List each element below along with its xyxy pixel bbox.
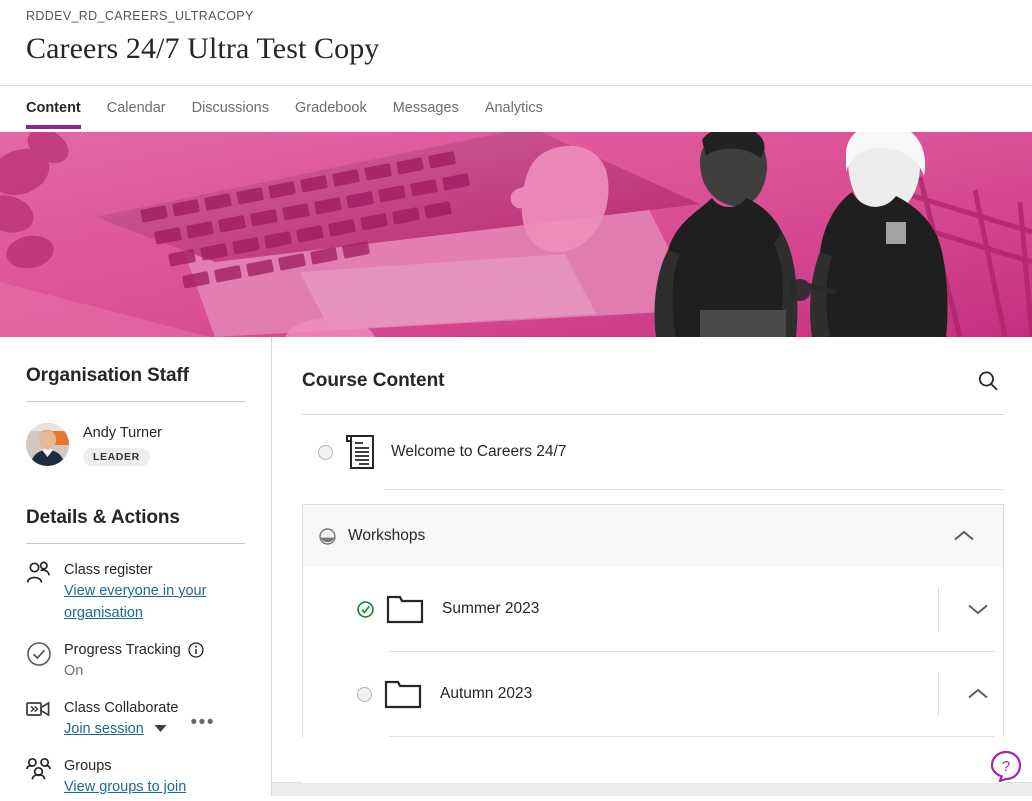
chevron-down-icon[interactable] bbox=[961, 596, 995, 622]
folder-icon bbox=[384, 679, 422, 709]
chevron-down-icon[interactable] bbox=[154, 720, 167, 738]
staff-name: Andy Turner bbox=[83, 424, 162, 441]
help-icon[interactable]: ? bbox=[990, 750, 1022, 783]
help-icon-label: ? bbox=[1002, 758, 1010, 775]
detail-label: Class Collaborate bbox=[64, 700, 179, 716]
detail-label: Class register bbox=[64, 562, 153, 578]
chevron-up-icon[interactable] bbox=[961, 681, 995, 707]
content-item-title: Welcome to Careers 24/7 bbox=[391, 443, 567, 460]
banner-artwork bbox=[0, 132, 1032, 337]
status-badge: LEADER bbox=[83, 447, 150, 466]
subitem-title: Autumn 2023 bbox=[440, 685, 533, 702]
class-collaborate-icon bbox=[26, 699, 52, 725]
class-register-icon bbox=[26, 561, 52, 587]
progress-not-started-icon[interactable] bbox=[318, 444, 333, 460]
tab-content[interactable]: Content bbox=[13, 86, 94, 129]
organisation-staff-heading: Organisation Staff bbox=[26, 365, 189, 386]
detail-label-row: Progress Tracking bbox=[64, 640, 245, 660]
divider bbox=[302, 782, 1004, 783]
details-actions-heading: Details & Actions bbox=[26, 507, 180, 528]
content-section-workshops: Workshops Summer 2023 Autumn 2023 bbox=[302, 504, 1004, 737]
page-title: Careers 24/7 Ultra Test Copy bbox=[26, 32, 380, 65]
content-header: Course Content bbox=[302, 365, 1004, 397]
detail-body: Groups View groups to join bbox=[64, 756, 245, 796]
progress-not-started-icon[interactable] bbox=[357, 686, 372, 702]
content-subitem-autumn-2023[interactable]: Autumn 2023 bbox=[303, 652, 1003, 736]
folder-icon bbox=[386, 594, 424, 624]
section-body: Summer 2023 Autumn 2023 bbox=[303, 567, 1003, 737]
sidebar: Organisation Staff Andy Turner LEADER De bbox=[0, 337, 272, 796]
progress-tracking-state: On bbox=[64, 663, 84, 679]
detail-item-class-register: Class register View everyone in your org… bbox=[26, 560, 245, 624]
divider bbox=[26, 401, 245, 402]
course-banner-image bbox=[0, 132, 1032, 337]
divider bbox=[26, 543, 245, 544]
progress-in-progress-icon[interactable] bbox=[319, 527, 336, 545]
progress-tracking-icon bbox=[26, 641, 52, 667]
section-title: Workshops bbox=[348, 527, 426, 544]
tab-analytics[interactable]: Analytics bbox=[472, 86, 556, 129]
subitem-expand-area bbox=[938, 587, 1003, 631]
progress-complete-icon[interactable] bbox=[357, 600, 374, 618]
page-header: RDDEV_RD_CAREERS_ULTRACOPY Careers 24/7 … bbox=[0, 0, 1032, 85]
detail-item-class-collaborate: Class Collaborate Join session ••• bbox=[26, 698, 245, 740]
content-item-welcome[interactable]: Welcome to Careers 24/7 bbox=[302, 415, 1004, 489]
page-body: Organisation Staff Andy Turner LEADER De bbox=[0, 337, 1032, 796]
staff-info: Andy Turner LEADER bbox=[83, 424, 162, 466]
course-tabs: Content Calendar Discussions Gradebook M… bbox=[0, 85, 1032, 132]
section-header[interactable]: Workshops bbox=[303, 505, 1003, 567]
avatar bbox=[26, 423, 69, 466]
tab-calendar[interactable]: Calendar bbox=[94, 86, 179, 129]
view-groups-link[interactable]: View groups to join bbox=[64, 779, 186, 795]
tab-gradebook[interactable]: Gradebook bbox=[282, 86, 380, 129]
detail-item-progress-tracking: Progress Tracking On bbox=[26, 640, 245, 682]
groups-icon bbox=[26, 757, 52, 783]
view-everyone-link[interactable]: View everyone in your organisation bbox=[64, 583, 206, 621]
tab-discussions[interactable]: Discussions bbox=[179, 86, 282, 129]
collaborate-options-button[interactable]: ••• bbox=[191, 713, 215, 732]
join-session-wrap: Join session bbox=[64, 720, 167, 737]
join-session-link[interactable]: Join session bbox=[64, 721, 144, 737]
document-icon bbox=[345, 433, 379, 471]
content-title: Course Content bbox=[302, 370, 445, 391]
detail-label: Progress Tracking bbox=[64, 642, 181, 658]
search-icon[interactable] bbox=[972, 365, 1004, 397]
subitem-title: Summer 2023 bbox=[442, 600, 540, 617]
info-icon[interactable] bbox=[188, 642, 204, 658]
chevron-up-icon[interactable] bbox=[947, 523, 981, 549]
divider bbox=[389, 736, 995, 737]
avatar-photo-icon bbox=[26, 423, 69, 466]
content-subitem-summer-2023[interactable]: Summer 2023 bbox=[303, 567, 1003, 651]
detail-body: Progress Tracking On bbox=[64, 640, 245, 682]
detail-body: Class Collaborate Join session bbox=[64, 698, 245, 740]
course-id: RDDEV_RD_CAREERS_ULTRACOPY bbox=[26, 9, 254, 23]
detail-item-groups: Groups View groups to join bbox=[26, 756, 245, 796]
detail-body: Class register View everyone in your org… bbox=[64, 560, 245, 624]
detail-label: Groups bbox=[64, 758, 112, 774]
course-content-panel: Course Content Welcome to Careers 24/7 W… bbox=[272, 337, 1032, 796]
tab-messages[interactable]: Messages bbox=[380, 86, 472, 129]
staff-member[interactable]: Andy Turner LEADER bbox=[26, 423, 245, 466]
subitem-expand-area bbox=[938, 672, 1003, 716]
section-bottom-strip bbox=[272, 782, 1032, 796]
divider bbox=[384, 489, 1004, 490]
